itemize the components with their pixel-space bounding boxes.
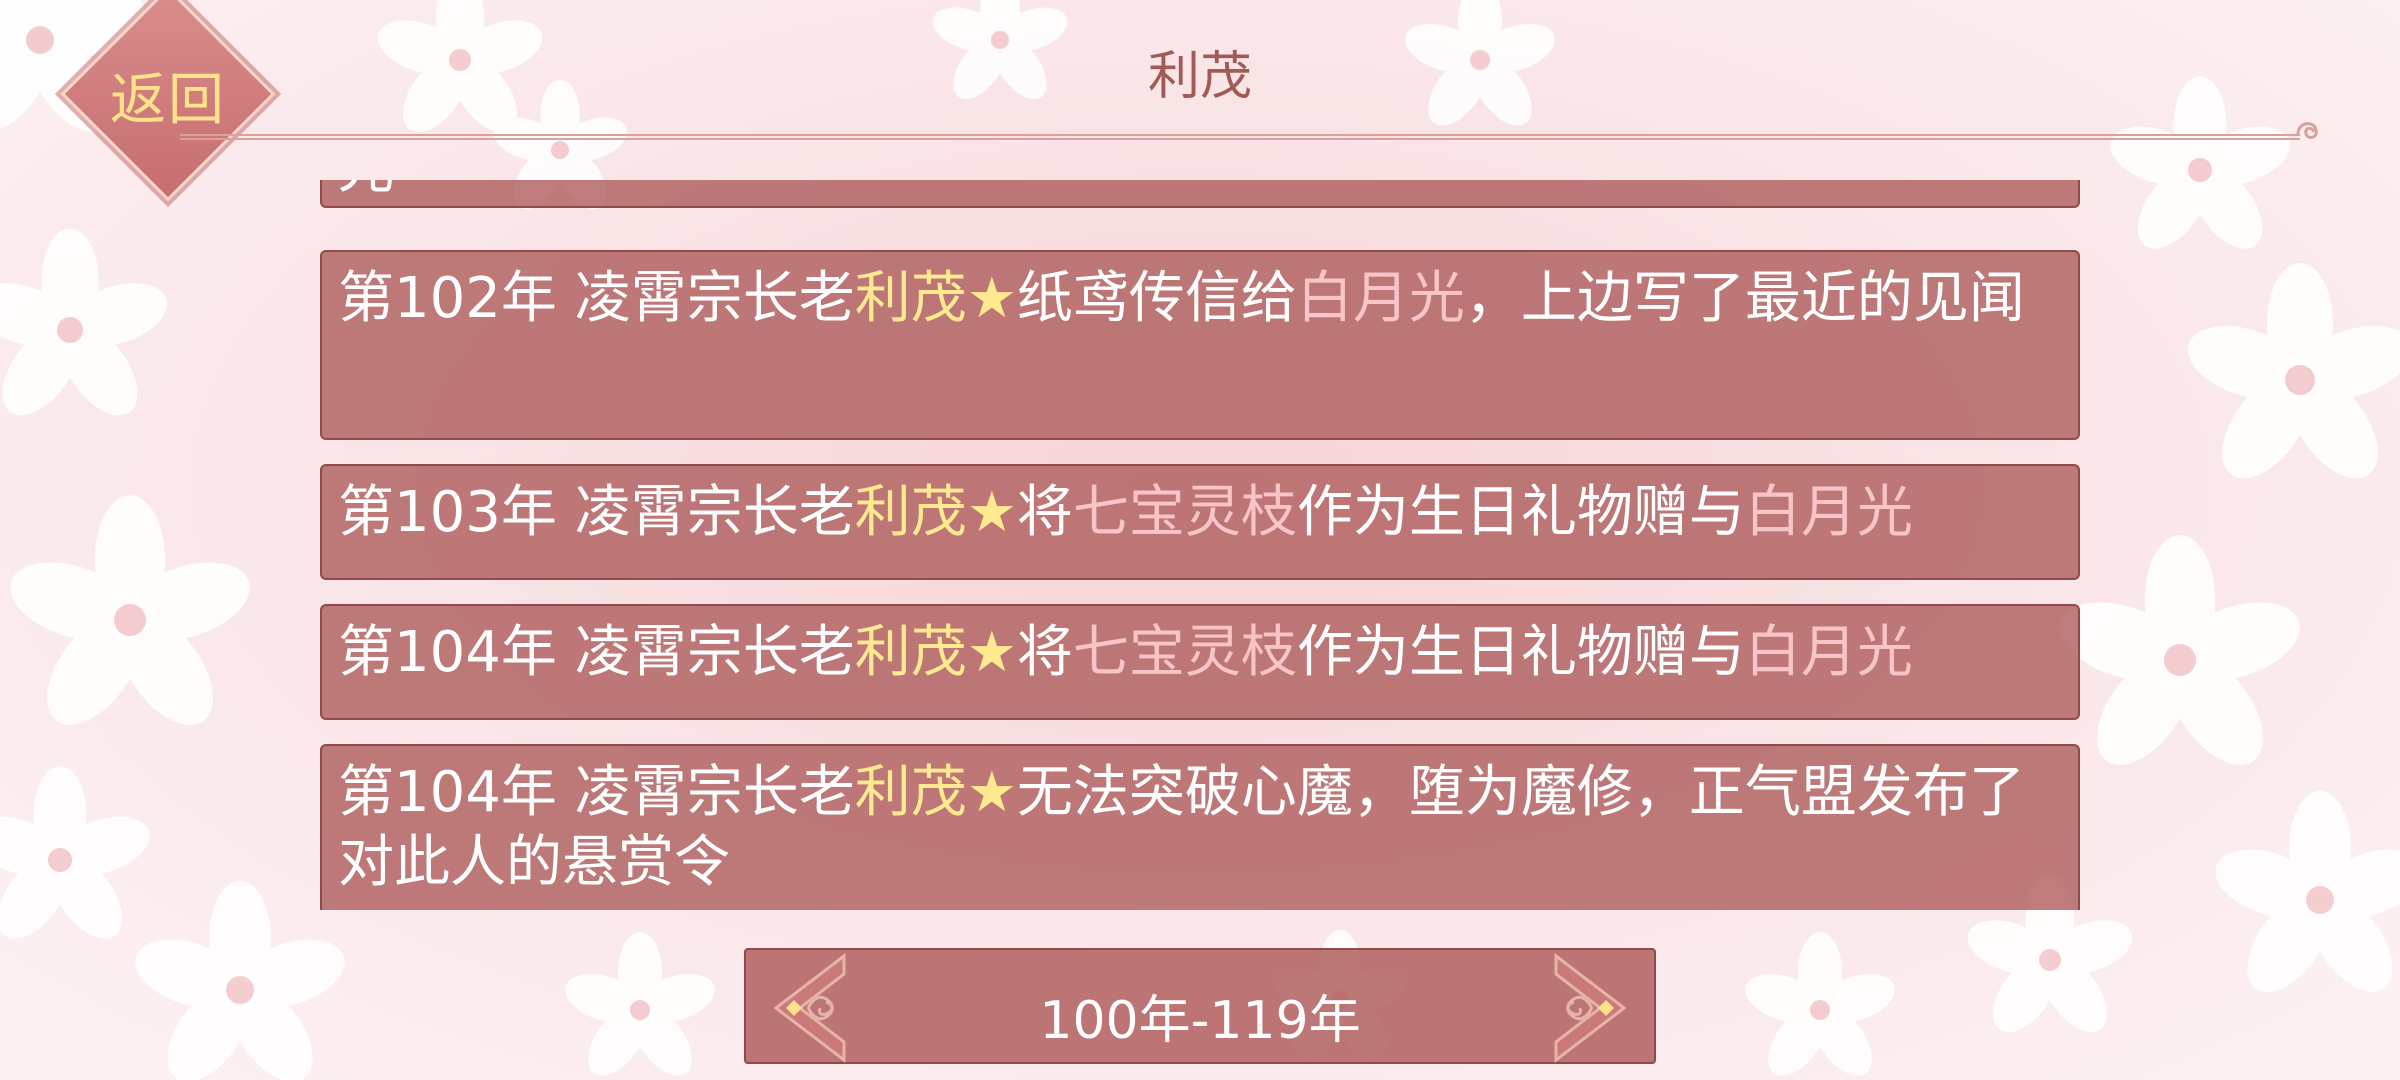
event-name-highlight: 利茂 <box>854 480 967 545</box>
event-name-highlight: ★ <box>966 266 1017 331</box>
event-text: 第102年 凌霄宗长老 <box>338 266 855 331</box>
event-text: 将 <box>1016 480 1073 545</box>
ornate-right-arrow-icon[interactable] <box>1526 950 1636 1066</box>
event-text: 第104年 凌霄宗长老 <box>338 760 855 825</box>
event-name-highlight: ★ <box>966 760 1017 825</box>
cloud-scroll-icon <box>2292 110 2332 160</box>
event-item-highlight: 白月光 <box>1744 620 1913 685</box>
event-text: 将 <box>1016 620 1073 685</box>
event-text: 光 <box>338 180 394 201</box>
event-item-highlight: 白月光 <box>1744 480 1913 545</box>
event-text: 纸鸢传信给 <box>1016 266 1297 331</box>
event-card: 第104年 凌霄宗长老利茂★将七宝灵枝作为生日礼物赠与白月光 <box>320 604 2080 720</box>
event-item-highlight: 白月光 <box>1296 266 1465 331</box>
event-item-highlight: 七宝灵枝 <box>1072 620 1297 685</box>
event-name-highlight: 利茂 <box>854 760 967 825</box>
period-label: 100年-119年 <box>1039 991 1361 1051</box>
event-name-highlight: ★ <box>966 620 1017 685</box>
event-name-highlight: 利茂 <box>854 266 967 331</box>
period-pager: 100年-119年 <box>744 948 1656 1064</box>
event-card: 光 <box>320 180 2080 208</box>
event-card: 第102年 凌霄宗长老利茂★纸鸢传信给白月光，上边写了最近的见闻 <box>320 250 2080 440</box>
event-text: 作为生日礼物赠与 <box>1296 620 1745 685</box>
page-title: 利茂 <box>1147 47 1252 107</box>
event-item-highlight: 七宝灵枝 <box>1072 480 1297 545</box>
event-card: 第104年 凌霄宗长老利茂★无法突破心魔，堕为魔修，正气盟发布了对此人的悬赏令 <box>320 744 2080 910</box>
header-divider <box>180 134 2300 140</box>
event-name-highlight: ★ <box>966 480 1017 545</box>
event-log-list[interactable]: 光第102年 凌霄宗长老利茂★纸鸢传信给白月光，上边写了最近的见闻第103年 凌… <box>320 180 2080 910</box>
event-text: ，上边写了最近的见闻 <box>1464 266 2025 331</box>
event-text: 第103年 凌霄宗长老 <box>338 480 855 545</box>
event-text: 作为生日礼物赠与 <box>1296 480 1745 545</box>
event-name-highlight: 利茂 <box>854 620 967 685</box>
event-text: 第104年 凌霄宗长老 <box>338 620 855 685</box>
event-card: 第103年 凌霄宗长老利茂★将七宝灵枝作为生日礼物赠与白月光 <box>320 464 2080 580</box>
